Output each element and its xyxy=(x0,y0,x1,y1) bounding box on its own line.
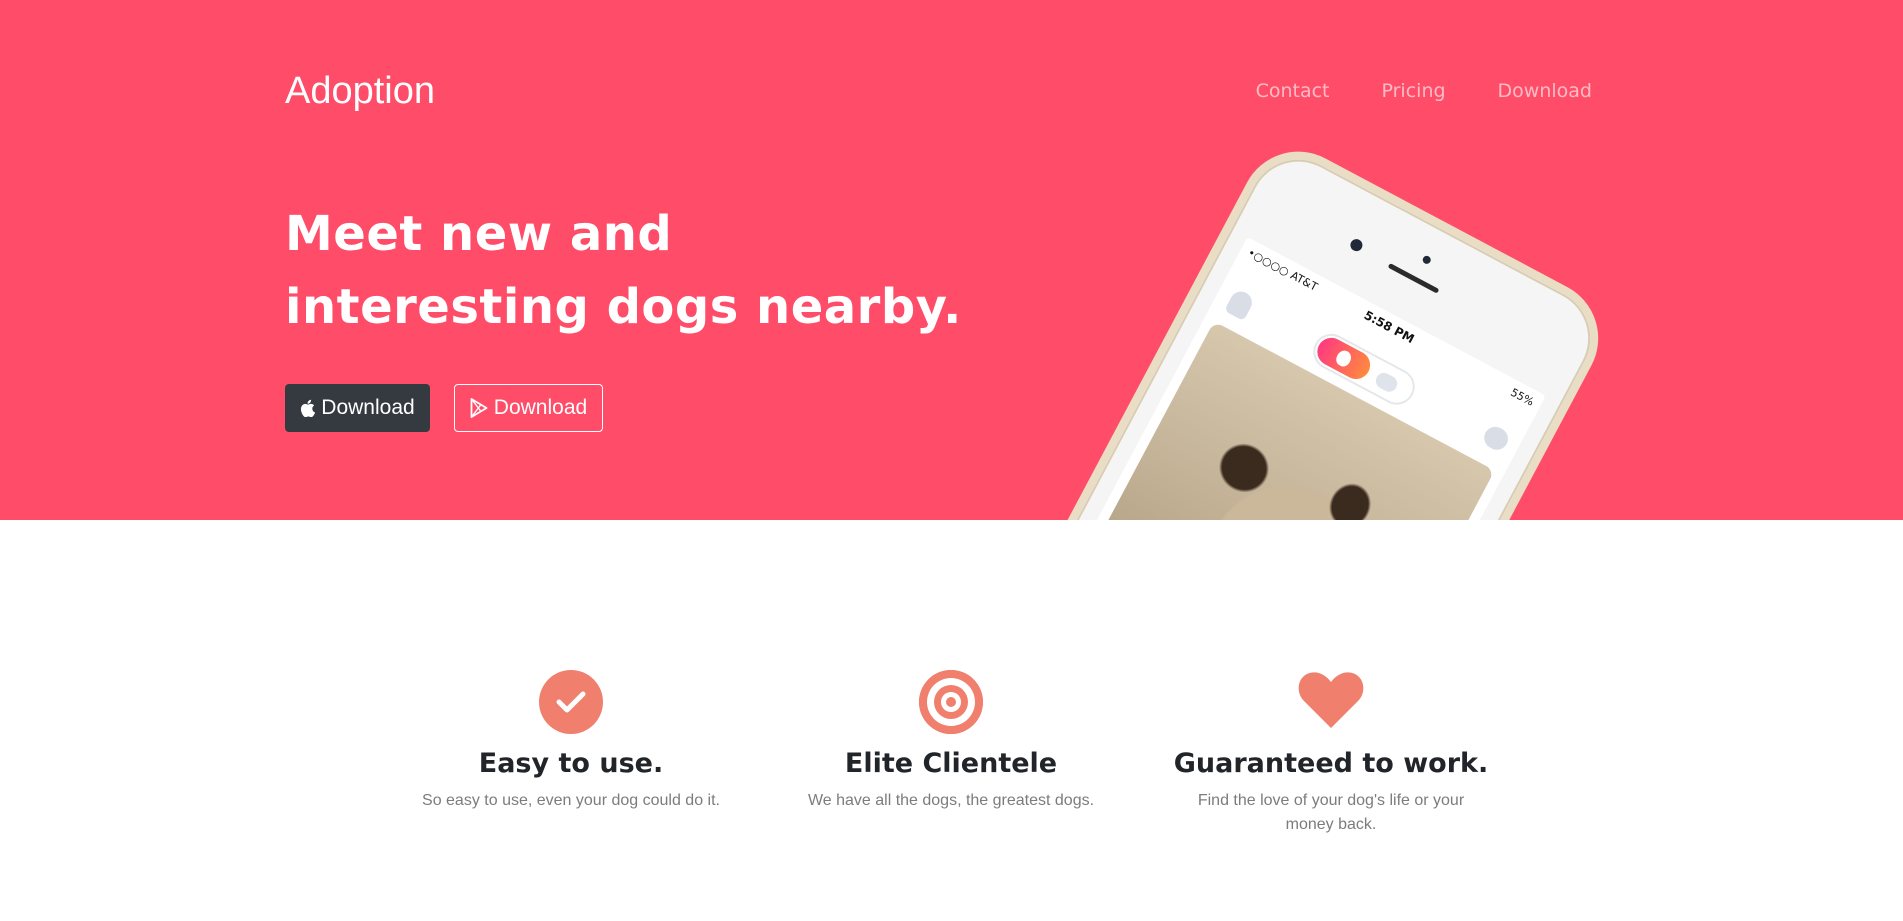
check-circle-icon xyxy=(539,670,603,734)
app-store-download-label: Download xyxy=(321,396,415,419)
phone-screen: •○○○○ AT&T 55% 5:58 PM xyxy=(1045,237,1546,520)
nav-link-download[interactable]: Download xyxy=(1498,80,1592,102)
carrier-label: •○○○○ AT&T xyxy=(1245,246,1320,294)
phone-frame: •○○○○ AT&T 55% 5:58 PM xyxy=(1011,131,1619,520)
apple-icon xyxy=(300,399,316,417)
google-play-download-button[interactable]: Download xyxy=(454,384,603,432)
target-icon xyxy=(919,670,983,734)
nav-link-contact[interactable]: Contact xyxy=(1256,80,1330,102)
nav-link-pricing[interactable]: Pricing xyxy=(1382,80,1446,102)
hero-headline: Meet new and interesting dogs nearby. xyxy=(285,206,962,335)
profile-icon xyxy=(1224,287,1256,322)
feature-text: Find the love of your dog's life or your… xyxy=(1197,792,1465,833)
feature-text: We have all the dogs, the greatest dogs. xyxy=(807,792,1095,809)
google-play-download-label: Download xyxy=(493,396,588,419)
phone-mockup: •○○○○ AT&T 55% 5:58 PM xyxy=(1011,131,1619,520)
phone-time: 5:58 PM xyxy=(1361,308,1417,347)
feature-title: Elite Clientele xyxy=(844,748,1058,779)
brand-logo[interactable]: Adoption xyxy=(285,70,435,113)
top-navigation: Contact Pricing Download xyxy=(1256,80,1592,102)
feature-elite-clientele: Elite Clientele We have all the dogs, th… xyxy=(786,670,1116,813)
app-store-download-button[interactable]: Download xyxy=(285,384,430,432)
flame-icon xyxy=(1312,332,1376,384)
people-icon xyxy=(1373,370,1401,395)
feature-easy-to-use: Easy to use. So easy to use, even your d… xyxy=(406,670,736,813)
chat-icon xyxy=(1480,422,1512,454)
google-play-icon xyxy=(470,398,488,418)
feature-text: So easy to use, even your dog could do i… xyxy=(422,792,720,809)
phone-camera xyxy=(1348,237,1365,254)
feature-title: Easy to use. xyxy=(478,748,664,779)
heart-icon xyxy=(1298,670,1364,734)
feature-guaranteed: Guaranteed to work. Find the love of you… xyxy=(1166,670,1496,837)
hero-section: Adoption Contact Pricing Download Meet n… xyxy=(0,0,1903,520)
battery-label: 55% xyxy=(1508,385,1537,409)
phone-speaker xyxy=(1387,262,1440,294)
feature-title: Guaranteed to work. xyxy=(1173,748,1489,779)
phone-sensor xyxy=(1421,254,1433,266)
